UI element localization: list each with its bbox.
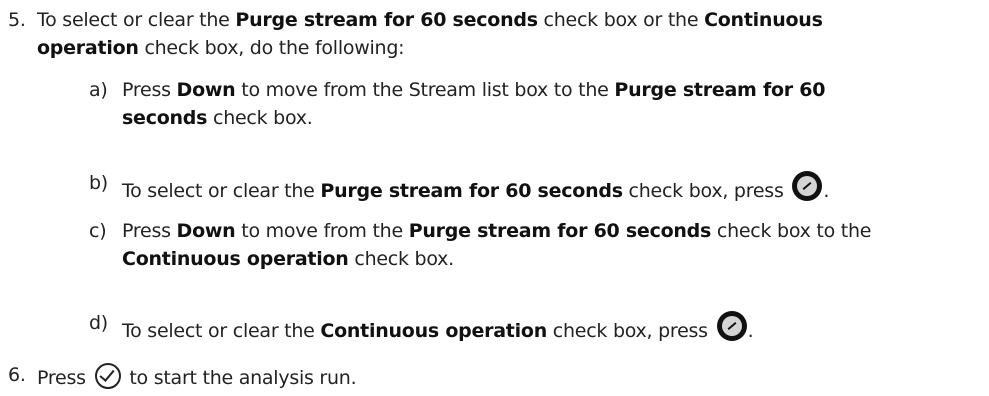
substep-b-line: To select or clear the Purge stream for … <box>122 171 829 203</box>
substep-c-line2: Continuous operation check box. <box>122 248 454 270</box>
substep-d-line: To select or clear the Continuous operat… <box>122 311 754 343</box>
option-operation: operation <box>37 37 139 59</box>
substep-a-label: a) <box>89 79 108 101</box>
key-down: Down <box>176 79 236 101</box>
option-purge-stream: Purge stream for 60 seconds <box>320 180 623 202</box>
step6-number: 6. <box>8 364 26 386</box>
option-purge-stream: Purge stream for 60 seconds <box>235 9 538 31</box>
substep-a-line1: Press Down to move from the Stream list … <box>122 79 826 101</box>
step5-line1: To select or clear the Purge stream for … <box>37 9 823 31</box>
option-purge-stream-seconds: seconds <box>122 107 208 129</box>
step5-number: 5. <box>8 9 26 31</box>
option-continuous-operation: Continuous operation <box>320 320 547 342</box>
substep-c-label: c) <box>89 220 107 242</box>
option-purge-stream: Purge stream for 60 seconds <box>408 220 712 242</box>
option-continuous: Continuous <box>704 9 823 31</box>
enter-key-icon <box>792 171 823 201</box>
substep-c-line1: Press Down to move from the Purge stream… <box>122 220 872 242</box>
key-down: Down <box>176 220 236 242</box>
option-continuous-operation: Continuous operation <box>122 248 349 270</box>
enter-key-icon <box>716 311 747 341</box>
step5-line2: operation check box, do the following: <box>37 37 405 59</box>
ok-check-icon <box>94 363 121 389</box>
substep-b-label: b) <box>89 172 108 194</box>
substep-d-label: d) <box>89 312 108 334</box>
step6-line: Press to start the analysis run. <box>37 363 357 390</box>
substep-a-line2: seconds check box. <box>122 107 313 129</box>
option-purge-stream: Purge stream for 60 <box>614 79 826 101</box>
